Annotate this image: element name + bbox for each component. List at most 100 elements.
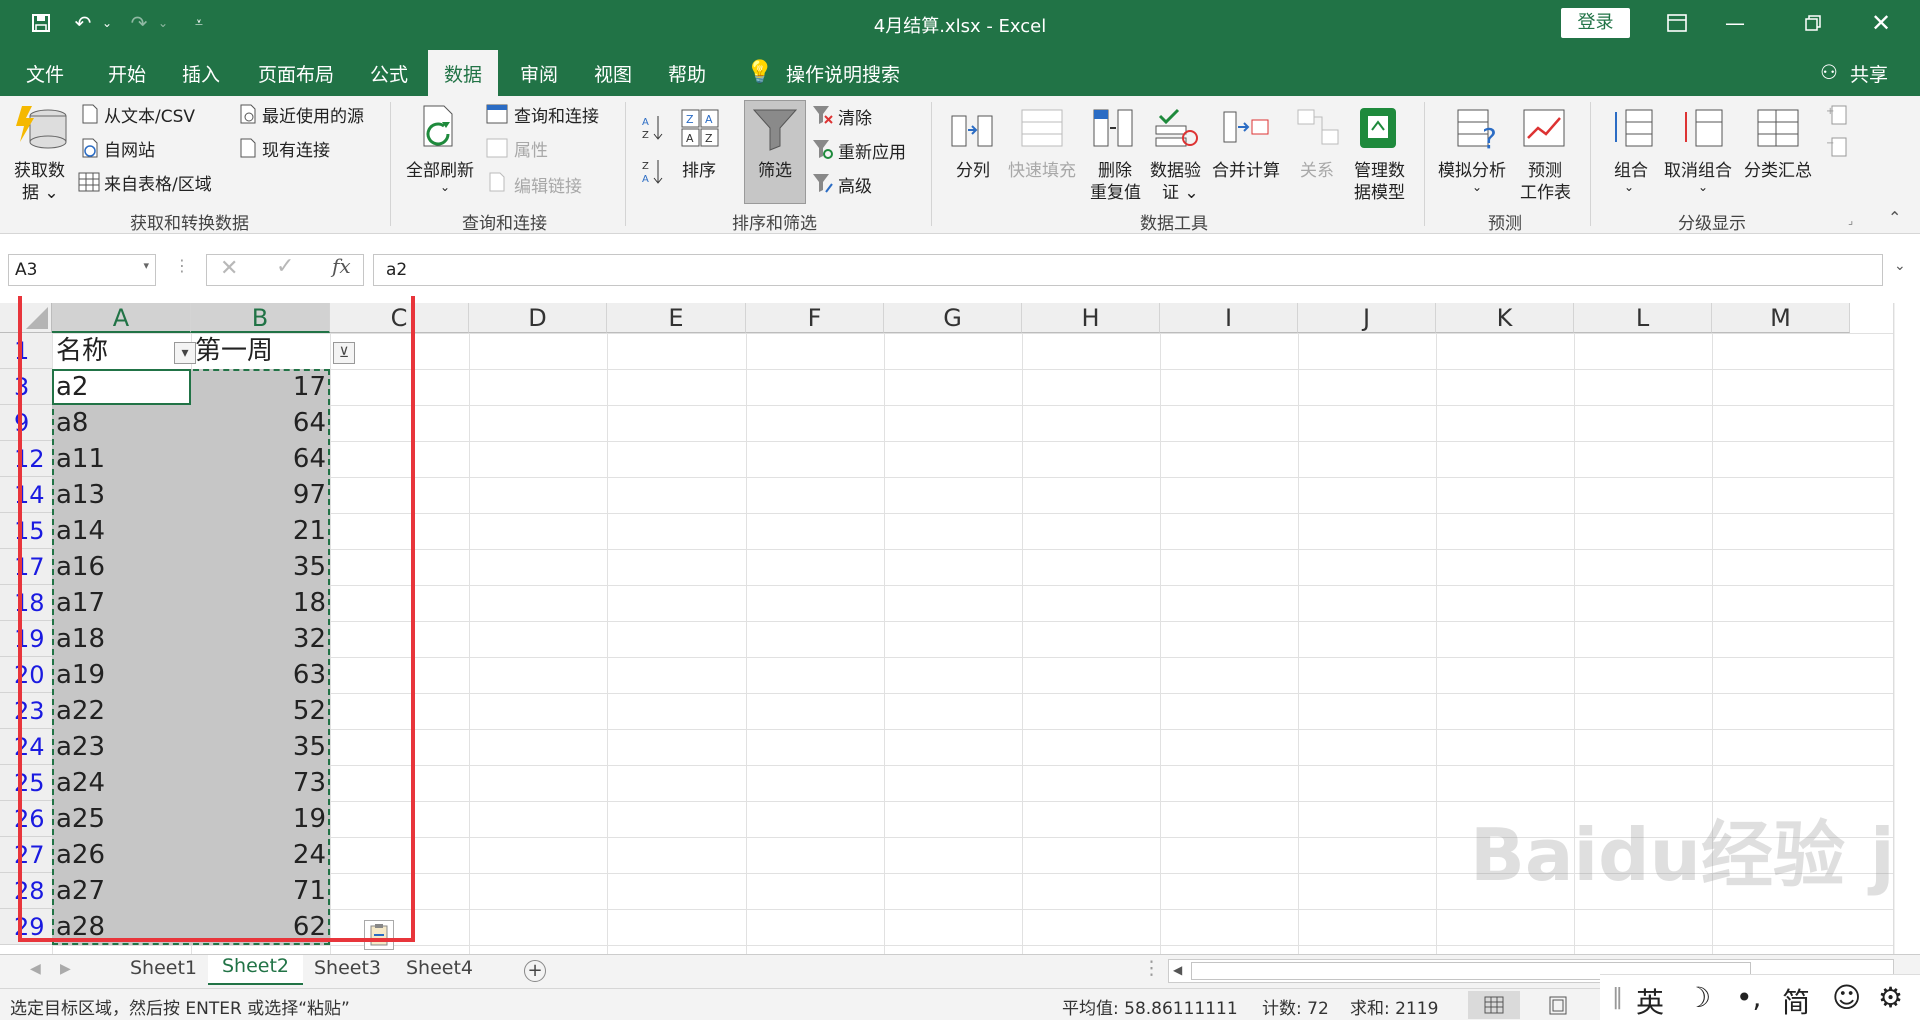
properties-button[interactable]: 属性 bbox=[514, 136, 548, 161]
tab-view[interactable]: 视图 bbox=[594, 60, 632, 87]
user-icon[interactable]: ⚇ bbox=[1820, 60, 1838, 84]
ime-language[interactable]: 英 bbox=[1636, 981, 1664, 1021]
group-icon bbox=[1615, 109, 1653, 147]
subtotal-button[interactable]: 分类汇总 bbox=[1744, 156, 1812, 181]
tab-file[interactable]: 文件 bbox=[26, 60, 64, 87]
get-data-label-2[interactable]: 据 ⌄ bbox=[22, 178, 59, 203]
formula-bar-grip-icon[interactable]: ⋮ bbox=[174, 256, 190, 275]
data-validation-button-l2[interactable]: 证 ⌄ bbox=[1162, 178, 1199, 203]
ime-mode[interactable]: 简 bbox=[1782, 981, 1810, 1021]
tab-home[interactable]: 开始 bbox=[108, 60, 146, 87]
moon-icon[interactable]: ☽ bbox=[1686, 981, 1711, 1014]
hide-detail-icon[interactable]: − bbox=[1826, 136, 1848, 158]
gridline-vertical bbox=[1022, 333, 1023, 954]
data-model-button-l2[interactable]: 据模型 bbox=[1354, 178, 1405, 203]
get-data-icon bbox=[16, 106, 67, 149]
column-header-i[interactable]: I bbox=[1160, 303, 1298, 333]
from-table-button[interactable]: 来自表格/区域 bbox=[104, 170, 212, 195]
tab-insert[interactable]: 插入 bbox=[182, 60, 220, 87]
column-header-e[interactable]: E bbox=[607, 303, 746, 333]
column-header-d[interactable]: D bbox=[469, 303, 607, 333]
enter-icon[interactable]: ✓ bbox=[276, 254, 294, 279]
page-layout-view-button[interactable] bbox=[1540, 991, 1576, 1019]
sort-asc-icon[interactable]: AZ bbox=[642, 114, 664, 142]
advanced-filter-icon bbox=[813, 174, 833, 193]
existing-connections-button[interactable]: 现有连接 bbox=[262, 136, 330, 161]
flash-fill-button[interactable]: 快速填充 bbox=[1008, 156, 1076, 181]
tab-page-layout[interactable]: 页面布局 bbox=[258, 60, 334, 87]
dialog-launcher-icon[interactable]: ⌟ bbox=[1848, 214, 1853, 227]
add-sheet-icon[interactable]: + bbox=[524, 960, 546, 982]
relationships-button[interactable]: 关系 bbox=[1300, 156, 1334, 181]
what-if-dropdown-icon[interactable]: ⌄ bbox=[1472, 180, 1482, 194]
from-text-csv-button[interactable]: 从文本/CSV bbox=[104, 102, 195, 127]
ungroup-dropdown-icon[interactable]: ⌄ bbox=[1698, 180, 1708, 194]
close-icon[interactable]: ✕ bbox=[1858, 6, 1904, 40]
login-button[interactable]: 登录 bbox=[1561, 8, 1630, 38]
from-web-button[interactable]: 自网站 bbox=[104, 136, 155, 161]
sort-desc-icon[interactable]: ZA bbox=[642, 158, 664, 186]
minimize-icon[interactable]: — bbox=[1712, 6, 1758, 40]
settings-gear-icon[interactable]: ⚙ bbox=[1878, 981, 1903, 1014]
expand-formula-icon[interactable]: ⌄ bbox=[1894, 258, 1906, 274]
tell-me-search[interactable]: 操作说明搜索 bbox=[786, 60, 900, 87]
refresh-all-button[interactable]: 全部刷新 bbox=[406, 156, 474, 181]
group-button[interactable]: 组合 bbox=[1614, 156, 1648, 181]
sort-button[interactable]: 排序 bbox=[682, 156, 716, 181]
formula-input[interactable]: a2 bbox=[373, 254, 1883, 286]
ime-grip-icon[interactable]: ‖ bbox=[1612, 985, 1623, 1010]
queries-connections-button[interactable]: 查询和连接 bbox=[514, 102, 599, 127]
group-dropdown-icon[interactable]: ⌄ bbox=[1624, 180, 1634, 194]
show-detail-icon[interactable]: + bbox=[1826, 104, 1848, 126]
svg-text:A: A bbox=[642, 117, 649, 128]
remove-duplicates-button-l2[interactable]: 重复值 bbox=[1090, 178, 1141, 203]
column-header-j[interactable]: J bbox=[1298, 303, 1436, 333]
share-button[interactable]: 共享 bbox=[1850, 60, 1888, 87]
punctuation-icon[interactable]: •, bbox=[1736, 981, 1761, 1014]
normal-view-button[interactable] bbox=[1468, 991, 1520, 1019]
consolidate-button[interactable]: 合并计算 bbox=[1212, 156, 1280, 181]
column-header-g[interactable]: G bbox=[884, 303, 1022, 333]
sort-icon: Z AA Z bbox=[681, 109, 719, 147]
column-header-l[interactable]: L bbox=[1574, 303, 1712, 333]
next-sheet-icon[interactable]: ▶ bbox=[60, 961, 71, 977]
column-header-h[interactable]: H bbox=[1022, 303, 1160, 333]
name-box[interactable]: A3 ▾ bbox=[8, 254, 156, 286]
column-header-m[interactable]: M bbox=[1712, 303, 1850, 333]
filter-button[interactable]: 筛选 bbox=[758, 156, 792, 181]
reapply-button[interactable]: 重新应用 bbox=[838, 138, 906, 163]
forecast-sheet-button-l2[interactable]: 工作表 bbox=[1520, 178, 1571, 203]
cancel-icon[interactable]: ✕ bbox=[220, 256, 238, 281]
refresh-dropdown-icon[interactable]: ⌄ bbox=[440, 180, 450, 194]
collapse-ribbon-icon[interactable]: ⌃ bbox=[1888, 208, 1901, 227]
name-box-dropdown-icon[interactable]: ▾ bbox=[143, 259, 149, 272]
what-if-button[interactable]: 模拟分析 bbox=[1438, 156, 1506, 181]
ungroup-button[interactable]: 取消组合 bbox=[1664, 156, 1732, 181]
tab-help[interactable]: 帮助 bbox=[668, 60, 706, 87]
clear-button[interactable]: 清除 bbox=[838, 104, 872, 129]
sheet-tab-1[interactable]: Sheet1 bbox=[130, 957, 197, 979]
recent-sources-button[interactable]: 最近使用的源 bbox=[262, 102, 364, 127]
gridline-vertical bbox=[607, 333, 608, 954]
reapply-icon bbox=[813, 140, 833, 159]
insert-function-icon[interactable]: fx bbox=[332, 254, 351, 278]
ribbon-display-icon[interactable] bbox=[1654, 6, 1700, 40]
worksheet-grid[interactable]: ABCDEFGHIJKLM 1 名称 第一周 ▾ ⊻ 3 a2 17 9 a8 64 12 a11 64 1… bbox=[0, 296, 1895, 954]
sheet-tab-4[interactable]: Sheet4 bbox=[406, 957, 473, 979]
column-header-f[interactable]: F bbox=[746, 303, 884, 333]
group-label-get-transform: 获取和转换数据 bbox=[130, 214, 249, 234]
tab-formulas[interactable]: 公式 bbox=[370, 60, 408, 87]
edit-links-button[interactable]: 编辑链接 bbox=[514, 172, 582, 197]
advanced-button[interactable]: 高级 bbox=[838, 172, 872, 197]
tab-split-grip-icon[interactable]: ⋮ bbox=[1142, 957, 1161, 979]
text-to-columns-button[interactable]: 分列 bbox=[956, 156, 990, 181]
sheet-tab-3[interactable]: Sheet3 bbox=[314, 957, 381, 979]
column-header-k[interactable]: K bbox=[1436, 303, 1574, 333]
emoji-icon[interactable]: ☺ bbox=[1832, 981, 1861, 1014]
scroll-left-icon[interactable]: ◀ bbox=[1173, 963, 1182, 977]
restore-icon[interactable] bbox=[1790, 6, 1836, 40]
tab-review[interactable]: 审阅 bbox=[520, 60, 558, 87]
sheet-tab-2[interactable]: Sheet2 bbox=[208, 955, 304, 985]
prev-sheet-icon[interactable]: ◀ bbox=[30, 961, 41, 977]
tab-data[interactable]: 数据 bbox=[428, 50, 499, 96]
